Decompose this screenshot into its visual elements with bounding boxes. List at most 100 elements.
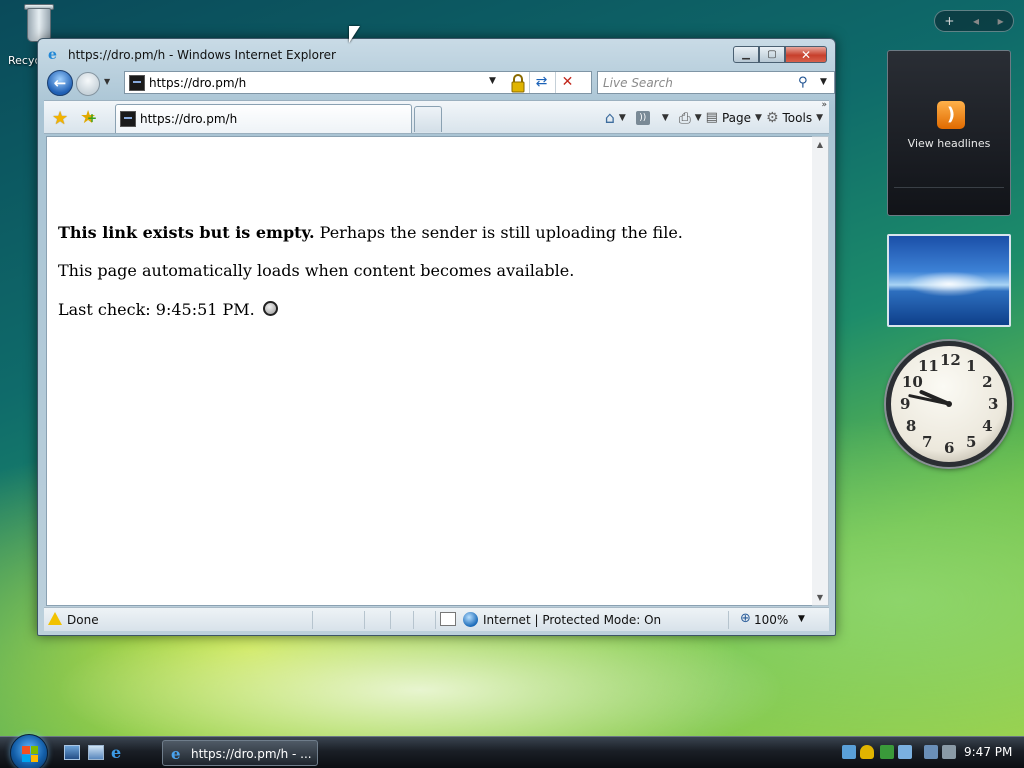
tray-security-shield-icon[interactable]	[860, 745, 874, 759]
window-titlebar[interactable]: e https://dro.pm/h - Windows Internet Ex…	[38, 39, 835, 69]
chevron-down-icon: ▼	[816, 112, 823, 123]
popup-blocker-icon[interactable]	[440, 612, 456, 626]
status-divider	[413, 611, 414, 629]
site-favicon-icon	[129, 75, 145, 91]
minimize-button[interactable]: ▁	[733, 46, 759, 63]
status-divider	[312, 611, 313, 629]
last-check-line: Last check: 9:45:51 PM.	[58, 300, 278, 319]
address-dropdown[interactable]: ▼	[489, 76, 496, 86]
address-bar[interactable]: https://dro.pm/h ▼ ⇄ ✕	[124, 71, 592, 94]
window-title: https://dro.pm/h - Windows Internet Expl…	[68, 48, 336, 62]
status-divider	[364, 611, 365, 629]
forward-button[interactable]	[76, 72, 100, 96]
back-button[interactable]: ←	[47, 70, 73, 96]
gear-icon: ⚙	[765, 109, 779, 126]
message-line-1: This link exists but is empty. Perhaps t…	[58, 223, 683, 242]
tab-active[interactable]: https://dro.pm/h	[115, 104, 412, 133]
system-tray: 9:47 PM	[836, 737, 1024, 768]
chevron-down-icon: ▼	[755, 112, 762, 123]
view-headlines-label[interactable]: View headlines	[888, 137, 1010, 150]
zoom-dropdown[interactable]: ▼	[798, 614, 805, 624]
refresh-icon[interactable]: ⇄	[529, 72, 553, 93]
clock-gadget[interactable]: 12 1 2 3 4 5 6 7 8 9 10 11	[886, 341, 1012, 467]
mouse-cursor-icon	[349, 26, 360, 43]
status-divider	[435, 611, 436, 629]
ie-quick-launch-icon[interactable]: e	[111, 745, 127, 761]
maximize-button[interactable]: ▢	[759, 46, 785, 63]
tray-app-icon[interactable]	[898, 745, 912, 759]
page-content: This link exists but is empty. Perhaps t…	[46, 136, 820, 606]
next-gadget-icon[interactable]: ▸	[998, 14, 1004, 28]
empty-link-heading: This link exists but is empty.	[58, 223, 315, 242]
slideshow-gadget[interactable]	[887, 234, 1011, 327]
recycle-bin-label: Recyc	[8, 54, 41, 67]
favorites-star-icon[interactable]: ★	[52, 108, 68, 129]
tray-network-icon[interactable]	[842, 745, 856, 759]
address-url[interactable]: https://dro.pm/h	[149, 76, 246, 90]
vertical-scrollbar[interactable]: ▲ ▼	[812, 136, 829, 606]
sidebar-controls: + ◂ ▸	[934, 10, 1014, 32]
ie-logo-icon: e	[171, 745, 181, 763]
site-favicon-icon	[120, 111, 136, 127]
show-desktop-icon[interactable]	[64, 745, 80, 760]
more-commands-icon[interactable]: »	[821, 100, 827, 110]
taskbar-ie-button[interactable]: e https://dro.pm/h - ...	[162, 740, 318, 766]
stop-icon[interactable]: ✕	[555, 72, 579, 93]
ie-logo-icon: e	[48, 47, 57, 63]
windows-logo-icon	[22, 746, 38, 762]
print-button[interactable]: ⎙ ▼	[679, 109, 702, 127]
add-favorites-icon[interactable]: ★ +	[80, 107, 97, 128]
gadget-divider	[894, 187, 1004, 188]
page-menu-button[interactable]: ▤ Page ▼	[706, 110, 762, 125]
switch-windows-icon[interactable]	[88, 745, 104, 760]
clock-hands	[908, 390, 952, 407]
back-arrow-icon: ←	[53, 74, 67, 92]
loading-spinner-icon	[262, 301, 278, 316]
page-icon: ▤	[705, 110, 718, 125]
close-button[interactable]: ✕	[785, 46, 827, 63]
status-text: Done	[67, 613, 99, 627]
command-buttons: ⌂ ▼ )) ▼ ⎙ ▼ ▤ Page ▼ ⚙ Tools ▼	[605, 108, 823, 127]
zoom-level[interactable]: 100%	[754, 613, 788, 627]
chevron-down-icon[interactable]: ▼	[619, 113, 626, 123]
page-menu-label: Page	[721, 110, 752, 125]
feed-headlines-gadget[interactable]: ) View headlines	[887, 50, 1011, 216]
start-button[interactable]	[10, 734, 48, 768]
zoom-icon[interactable]: ⊕	[740, 611, 751, 626]
chevron-down-icon[interactable]: ▼	[662, 113, 669, 123]
tray-volume-muted-icon[interactable]	[942, 745, 956, 759]
previous-gadget-icon[interactable]: ◂	[973, 14, 979, 28]
feeds-button[interactable]: )) ▼	[635, 110, 669, 125]
last-check-text: Last check: 9:45:51 PM.	[58, 300, 255, 319]
print-icon: ⎙	[678, 108, 691, 127]
status-divider	[728, 611, 729, 629]
ie-window: e https://dro.pm/h - Windows Internet Ex…	[37, 38, 836, 636]
search-input[interactable]: Live Search	[603, 76, 673, 90]
search-box[interactable]: Live Search ⚲ ▼	[597, 71, 835, 94]
security-zone-text[interactable]: Internet | Protected Mode: On	[483, 613, 661, 627]
scroll-up-icon[interactable]: ▲	[812, 140, 828, 149]
search-options-dropdown[interactable]: ▼	[820, 77, 827, 87]
clock-center	[946, 401, 952, 407]
taskbar-clock[interactable]: 9:47 PM	[964, 745, 1012, 759]
internet-zone-icon	[463, 612, 478, 627]
scroll-down-icon[interactable]: ▼	[812, 593, 828, 602]
taskbar-ie-label: https://dro.pm/h - ...	[191, 747, 312, 761]
caption-buttons: ▁ ▢ ✕	[733, 46, 827, 63]
lock-icon[interactable]	[508, 74, 528, 93]
search-icon[interactable]: ⚲	[798, 75, 808, 90]
new-tab-button[interactable]	[414, 106, 442, 132]
tools-menu-button[interactable]: ⚙ Tools ▼	[766, 110, 823, 126]
tray-display-icon[interactable]	[924, 745, 938, 759]
auto-load-note: This page automatically loads when conte…	[58, 261, 575, 280]
tab-label: https://dro.pm/h	[140, 112, 238, 126]
add-gadget-icon[interactable]: +	[944, 14, 954, 28]
recent-pages-dropdown[interactable]: ▼	[104, 77, 110, 86]
home-button[interactable]: ⌂ ▼	[605, 108, 626, 127]
chevron-down-icon[interactable]: ▼	[695, 113, 702, 123]
warning-icon[interactable]	[48, 612, 62, 625]
command-bar: ★ ★ + https://dro.pm/h ⌂ ▼ )) ▼ ⎙ ▼ ▤ Page ▼ ⚙…	[44, 100, 829, 134]
tools-menu-label: Tools	[782, 110, 813, 125]
navigation-bar: ← ▼ https://dro.pm/h ▼ ⇄ ✕ Live Search ⚲…	[44, 69, 835, 97]
tray-update-icon[interactable]	[880, 745, 894, 759]
